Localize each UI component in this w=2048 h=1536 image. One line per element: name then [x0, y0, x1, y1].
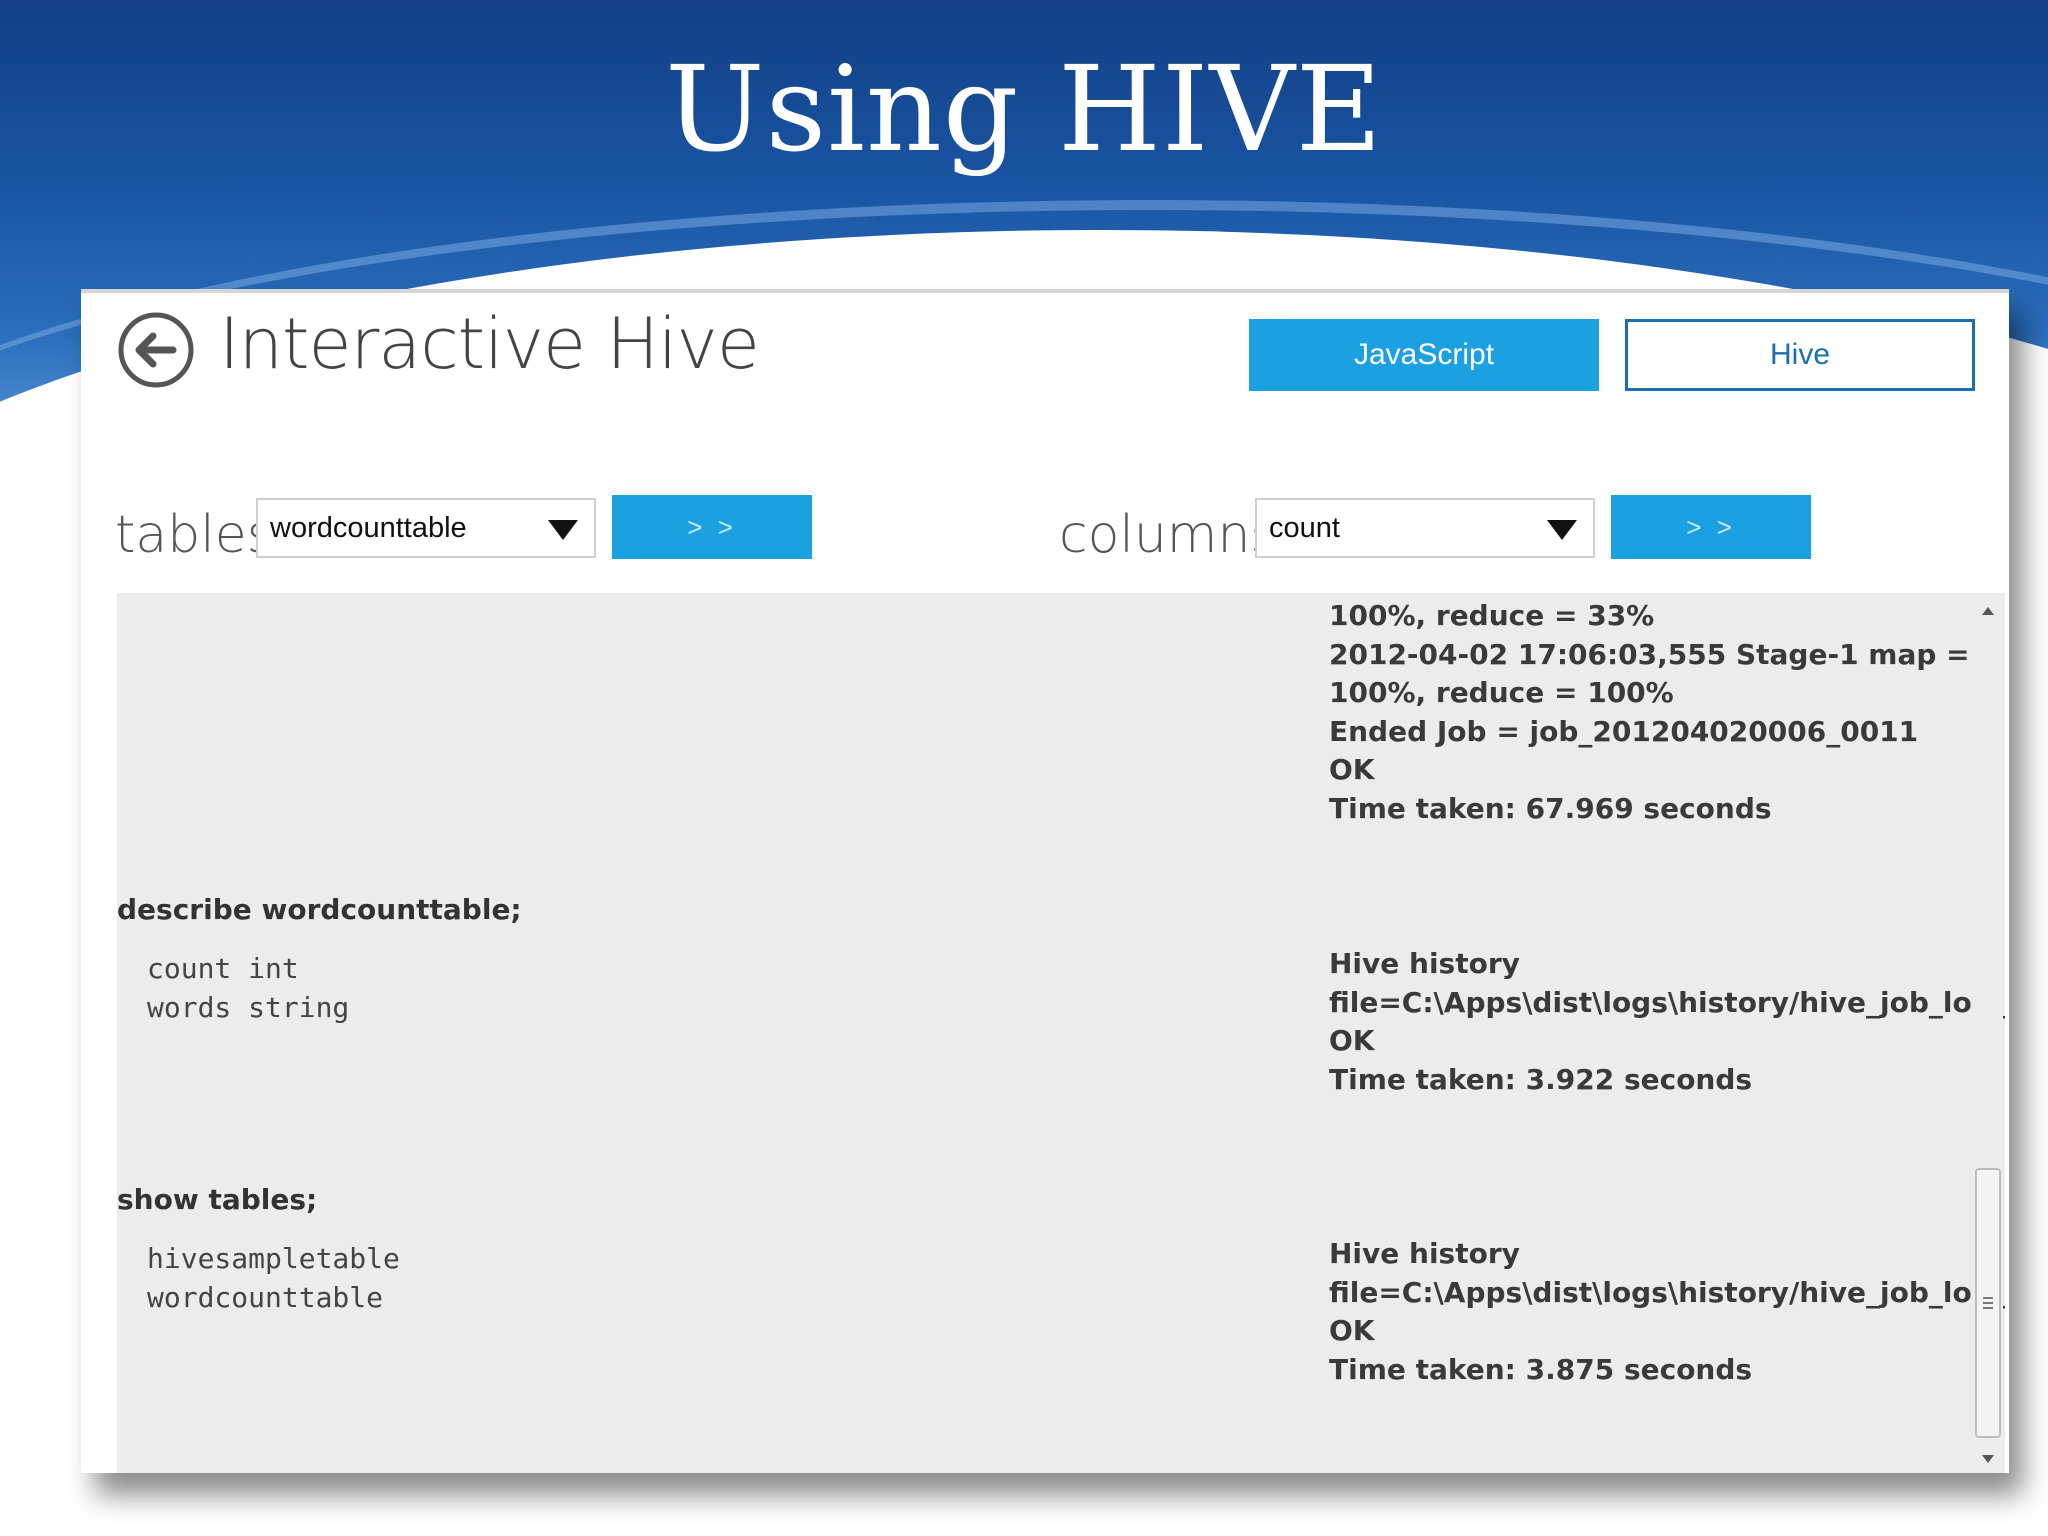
log-line: 100%, reduce = 33%: [1329, 599, 1655, 632]
command-line: describe wordcounttable;: [117, 893, 522, 926]
chevron-down-icon: [1547, 520, 1577, 540]
interactive-hive-window: Interactive Hive JavaScript Hive tables …: [81, 289, 2009, 1473]
command-log: Hive history file=C:\Apps\dist\logs\histo…: [1329, 945, 2005, 1099]
log-line: OK: [1329, 1024, 1375, 1057]
log-line: Hive history: [1329, 947, 1520, 980]
log-line: file=C:\Apps\dist\logs\history/hive_job_…: [1329, 985, 2005, 1019]
log-line: 2012-04-02 17:06:03,555 Stage-1 map =: [1329, 637, 1970, 671]
log-line: Ended Job = job_201204020006_0011: [1329, 714, 1919, 748]
columns-go-button[interactable]: > >: [1611, 495, 1811, 559]
output-console[interactable]: 100%, reduce = 33% 2012-04-02 17:06:03,55…: [117, 593, 2005, 1473]
log-line: OK: [1329, 1314, 1375, 1347]
log-line: file=C:\Apps\dist\logs\history/hive_job_…: [1329, 1275, 2005, 1309]
tables-label: tables: [115, 505, 274, 565]
log-line: Time taken: 3.875 seconds: [1329, 1352, 1753, 1386]
command-log: Hive history file=C:\Apps\dist\logs\histo…: [1329, 1235, 2005, 1389]
scroll-thumb[interactable]: [1975, 1168, 2001, 1438]
slide-title: Using HIVE: [665, 40, 1383, 178]
columns-select-value: count: [1269, 512, 1340, 544]
command-result: count int words string: [147, 949, 349, 1027]
log-line: OK: [1329, 753, 1375, 786]
result-line: words string: [147, 991, 350, 1024]
tables-select-value: wordcounttable: [270, 512, 467, 544]
grip-icon: [1983, 1297, 1993, 1299]
tables-select[interactable]: wordcounttable: [256, 498, 596, 558]
javascript-mode-button[interactable]: JavaScript: [1249, 319, 1599, 391]
hive-mode-button[interactable]: Hive: [1625, 319, 1975, 391]
result-line: wordcounttable: [147, 1281, 384, 1314]
back-arrow-circle-icon[interactable]: [117, 311, 195, 389]
columns-select[interactable]: count: [1255, 498, 1595, 558]
scroll-down-arrow-icon[interactable]: [1982, 1455, 1994, 1463]
chevron-down-icon: [548, 520, 578, 540]
log-line: Time taken: 3.922 seconds: [1329, 1062, 1753, 1096]
tables-go-button[interactable]: > >: [612, 495, 812, 559]
result-line: count int: [147, 952, 299, 985]
result-line: hivesampletable: [147, 1242, 400, 1275]
columns-label: columns: [1059, 505, 1278, 565]
scroll-up-arrow-icon[interactable]: [1982, 607, 1994, 615]
app-title: Interactive Hive: [219, 303, 760, 385]
log-line: Hive history: [1329, 1237, 1520, 1270]
command-line: show tables;: [117, 1183, 318, 1216]
log-line: Time taken: 67.969 seconds: [1329, 791, 1772, 825]
log-line: 100%, reduce = 100%: [1329, 676, 1674, 709]
job-output: 100%, reduce = 33% 2012-04-02 17:06:03,55…: [1329, 597, 1970, 828]
console-scrollbar[interactable]: [1973, 593, 2003, 1473]
command-result: hivesampletable wordcounttable: [147, 1239, 400, 1317]
